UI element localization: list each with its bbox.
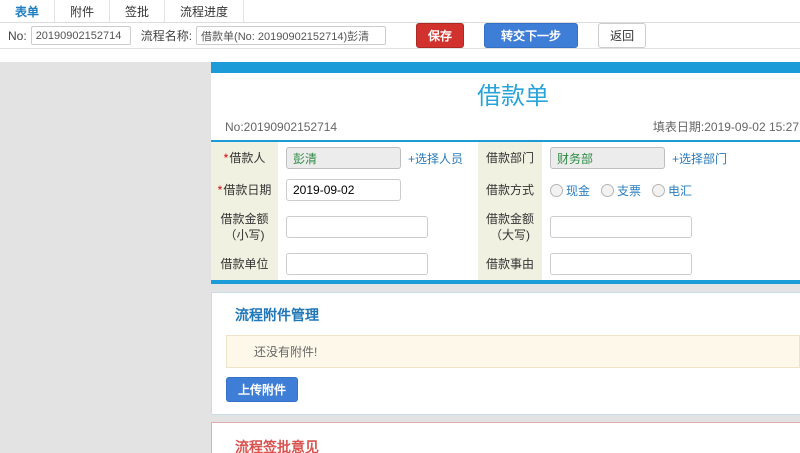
- save-button[interactable]: 保存: [416, 23, 465, 48]
- loan-reason-input[interactable]: [550, 253, 692, 275]
- required-asterisk: *: [223, 151, 229, 165]
- radio-wire[interactable]: 电汇: [652, 182, 692, 199]
- amount-upper-label: 借款金额（大写): [478, 206, 542, 248]
- amount-lower-label: 借款金额（小写): [211, 206, 278, 248]
- no-input[interactable]: [30, 26, 131, 45]
- attachment-panel: 流程附件管理 还没有附件! 上传附件: [211, 292, 800, 415]
- process-name-input[interactable]: [196, 26, 387, 45]
- main-column: 借款单 No:20190902152714 填表日期:2019-09-02 15…: [211, 62, 800, 453]
- approval-panel: 流程签批意见 B I abc: [211, 422, 800, 453]
- no-attachment-alert: 还没有附件!: [226, 335, 800, 368]
- form-top-bar: [211, 62, 800, 73]
- department-input[interactable]: [550, 147, 665, 169]
- form-date-text: 填表日期:2019-09-02 15:27:1: [652, 120, 800, 134]
- radio-cheque-label: 支票: [617, 183, 642, 198]
- borrower-label: *借款人: [211, 142, 278, 174]
- loan-date-input[interactable]: [286, 179, 401, 201]
- approval-heading: 流程签批意见: [235, 439, 319, 453]
- tab-bar: 表单 附件 签批 流程进度: [0, 0, 800, 23]
- loan-unit-input[interactable]: [286, 253, 428, 275]
- radio-cheque[interactable]: 支票: [601, 182, 641, 199]
- radio-circle-icon: [550, 183, 563, 197]
- amount-lower-input[interactable]: [286, 216, 428, 238]
- back-button[interactable]: 返回: [598, 23, 647, 48]
- loan-unit-label: 借款单位: [211, 248, 278, 280]
- borrower-input[interactable]: [286, 147, 401, 169]
- tab-form[interactable]: 表单: [0, 0, 56, 22]
- no-label: No:: [8, 28, 27, 43]
- form-title: 借款单: [477, 83, 549, 110]
- radio-cash-label: 现金: [566, 183, 591, 198]
- loan-form-card: 借款单 No:20190902152714 填表日期:2019-09-02 15…: [211, 62, 800, 284]
- radio-circle-icon: [601, 183, 615, 197]
- form-bottom-bar: [211, 280, 800, 284]
- loan-reason-label: 借款事由: [478, 248, 542, 280]
- tab-approve[interactable]: 签批: [110, 0, 166, 22]
- attachment-heading: 流程附件管理: [235, 307, 319, 323]
- select-department-link[interactable]: +选择部门: [672, 150, 727, 167]
- radio-cash[interactable]: 现金: [550, 182, 590, 199]
- loan-method-label: 借款方式: [478, 174, 542, 206]
- amount-upper-input[interactable]: [550, 216, 692, 238]
- process-name-label: 流程名称:: [140, 29, 193, 43]
- upload-attachment-button[interactable]: 上传附件: [226, 377, 299, 402]
- tab-attachment[interactable]: 附件: [55, 0, 111, 22]
- transfer-next-button[interactable]: 转交下一步: [484, 23, 579, 48]
- radio-circle-icon: [652, 183, 666, 197]
- tab-progress[interactable]: 流程进度: [165, 0, 245, 22]
- select-person-link[interactable]: +选择人员: [408, 150, 463, 167]
- toolbar: No: 流程名称: 保存 转交下一步 返回: [0, 23, 800, 49]
- radio-wire-label: 电汇: [668, 183, 693, 198]
- loan-date-label: *借款日期: [211, 174, 278, 206]
- form-grid: *借款人 +选择人员 借款部门 +选择部门 *借款日期: [211, 142, 800, 280]
- content-area: 借款单 No:20190902152714 填表日期:2019-09-02 15…: [0, 62, 800, 453]
- required-asterisk: *: [217, 183, 223, 197]
- form-no-text: No:20190902152714: [225, 119, 338, 134]
- department-label: 借款部门: [478, 142, 542, 174]
